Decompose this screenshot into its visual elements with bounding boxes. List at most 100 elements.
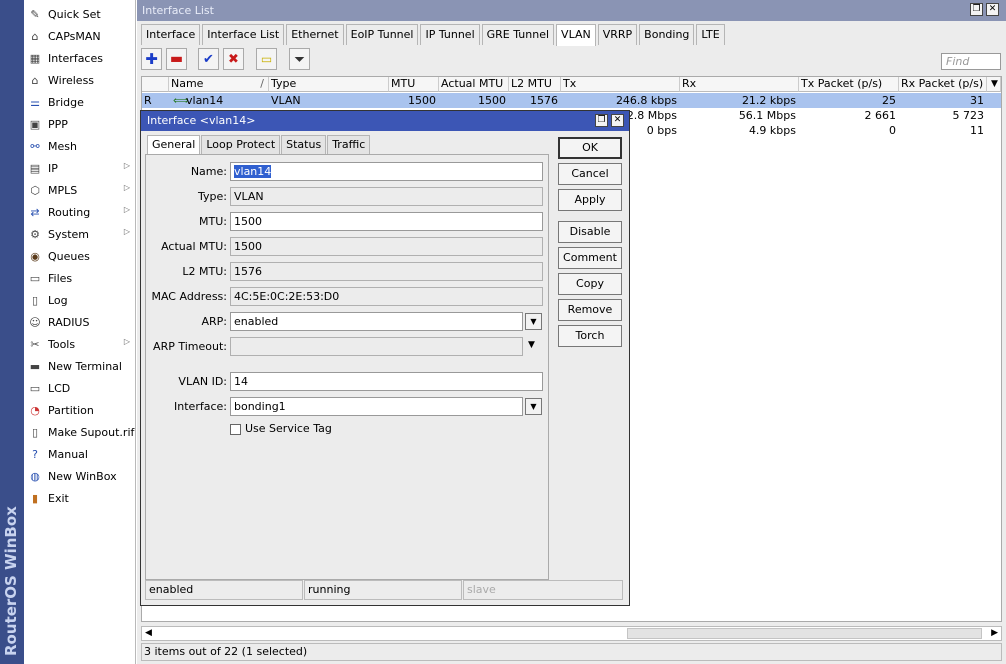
name-field[interactable]: vlan14 [230, 162, 543, 181]
dialog-tab-loop-protect[interactable]: Loop Protect [201, 135, 281, 154]
column-header-rx[interactable]: Rx [680, 77, 799, 92]
mtu-field[interactable]: 1500 [230, 212, 543, 231]
sidebar-item-files[interactable]: ▭ Files [24, 267, 136, 289]
copy-button[interactable]: Copy [558, 273, 622, 295]
sidebar-item-wireless[interactable]: ⌂ Wireless [24, 69, 136, 91]
table-row[interactable]: ⟺ Rvlan14 VLAN 1500 1500 1576 246.8 kbps 21.2 k… [142, 93, 1001, 108]
torch-button[interactable]: Torch [558, 325, 622, 347]
horizontal-scrollbar[interactable]: ◀ ▶ [141, 626, 1002, 641]
column-header-mtu[interactable]: MTU [389, 77, 439, 92]
scroll-left-icon[interactable]: ◀ [145, 628, 152, 638]
cell-rx: 56.1 Mbps [738, 109, 796, 122]
tab-gre-tunnel[interactable]: GRE Tunnel [481, 24, 555, 45]
sidebar-item-lcd[interactable]: ▭ LCD [24, 377, 136, 399]
dialog-tab-status[interactable]: Status [281, 135, 327, 154]
disable-button[interactable]: Disable [558, 221, 622, 243]
sidebar-item-ppp[interactable]: ▣ PPP [24, 113, 136, 135]
tab-interface[interactable]: Interface [141, 24, 201, 45]
submenu-arrow-icon: ▷ [123, 183, 130, 192]
service-tag-checkbox[interactable] [230, 424, 241, 435]
submenu-arrow-icon: ▷ [123, 227, 130, 236]
tab-lte[interactable]: LTE [696, 24, 725, 45]
arp-dropdown-icon[interactable]: ▼ [525, 313, 542, 330]
sidebar-item-manual[interactable]: ? Manual [24, 443, 136, 465]
vlan-id-field[interactable]: 14 [230, 372, 543, 391]
sidebar-item-label: Exit [48, 491, 69, 505]
cell-rx-pps: 5 723 [952, 109, 985, 122]
column-header-tx[interactable]: Tx [561, 77, 680, 92]
sidebar-item-queues[interactable]: ◉ Queues [24, 245, 136, 267]
tab-interface-list[interactable]: Interface List [202, 24, 285, 45]
tab-bonding[interactable]: Bonding [639, 24, 695, 45]
sidebar-item-capsman[interactable]: ⌂ CAPsMAN [24, 25, 136, 47]
interface-select[interactable]: bonding1 [230, 397, 523, 416]
dialog-close-icon[interactable]: ✕ [611, 114, 624, 127]
close-icon[interactable]: ✕ [986, 3, 999, 16]
dialog-restore-icon[interactable]: ❐ [595, 114, 608, 127]
sidebar-item-bridge[interactable]: ⚌ Bridge [24, 91, 136, 113]
column-header-actual-mtu[interactable]: Actual MTU [439, 77, 509, 92]
arp-timeout-field[interactable] [230, 337, 523, 356]
sidebar-item-system[interactable]: ⚙ System ▷ [24, 223, 136, 245]
tab-ethernet[interactable]: Ethernet [286, 24, 344, 45]
arp-timeout-expand-icon[interactable]: ▼ [528, 340, 535, 350]
column-header-type[interactable]: Type [269, 77, 389, 92]
comment-icon[interactable]: ▭ [256, 48, 277, 70]
apply-button[interactable]: Apply [558, 189, 622, 211]
cancel-button[interactable]: Cancel [558, 163, 622, 185]
column-header-flag[interactable] [142, 77, 169, 92]
column-header-tx-packet[interactable]: Tx Packet (p/s) [799, 77, 899, 92]
sidebar-item-label: Mesh [48, 139, 77, 153]
cell-rx: 4.9 kbps [748, 124, 796, 137]
tab-vrrp[interactable]: VRRP [597, 24, 638, 45]
column-chooser-icon[interactable]: ▼ [987, 77, 1001, 92]
sidebar-item-quick-set[interactable]: ✎ Quick Set [24, 3, 136, 25]
cell-tx: 246.8 kbps [615, 94, 677, 107]
sidebar-item-log[interactable]: ▯ Log [24, 289, 136, 311]
column-header-name[interactable]: Name / [169, 77, 269, 92]
tab-eoip-tunnel[interactable]: EoIP Tunnel [345, 24, 419, 45]
restore-icon[interactable]: ❐ [970, 3, 983, 16]
sidebar-item-label: New WinBox [48, 469, 117, 483]
sidebar-item-mpls[interactable]: ⬡ MPLS ▷ [24, 179, 136, 201]
dialog-tab-bar: General Loop Protect Status Traffic [147, 135, 371, 155]
enable-icon[interactable]: ✔ [198, 48, 219, 70]
interface-label: Interface: [174, 400, 227, 413]
sidebar-item-label: Interfaces [48, 51, 103, 65]
arp-select[interactable]: enabled [230, 312, 523, 331]
sidebar-item-label: Bridge [48, 95, 84, 109]
sidebar-item-partition[interactable]: ◔ Partition [24, 399, 136, 421]
sidebar-item-make-supout-rif[interactable]: ▯ Make Supout.rif [24, 421, 136, 443]
disable-icon[interactable]: ✖ [223, 48, 244, 70]
dialog-titlebar: Interface <vlan14> ❐ ✕ [141, 111, 629, 131]
sidebar-item-new-winbox[interactable]: ◍ New WinBox [24, 465, 136, 487]
interface-dropdown-icon[interactable]: ▼ [525, 398, 542, 415]
sidebar-item-interfaces[interactable]: ▦ Interfaces [24, 47, 136, 69]
sidebar-item-ip[interactable]: ▤ IP ▷ [24, 157, 136, 179]
comment-button[interactable]: Comment [558, 247, 622, 269]
cell-rx-pps: 31 [970, 94, 984, 107]
sidebar-item-routing[interactable]: ⇄ Routing ▷ [24, 201, 136, 223]
remove-icon[interactable]: ▬ [166, 48, 187, 70]
system-icon: ⚙ [30, 227, 40, 241]
sidebar-item-new-terminal[interactable]: ▬ New Terminal [24, 355, 136, 377]
tab-ip-tunnel[interactable]: IP Tunnel [420, 24, 480, 45]
dialog-tab-general[interactable]: General [147, 135, 201, 155]
scroll-right-icon[interactable]: ▶ [991, 628, 998, 638]
tab-vlan[interactable]: VLAN [556, 24, 596, 46]
column-header-rx-packet[interactable]: Rx Packet (p/s) [899, 77, 987, 92]
column-header-l2-mtu[interactable]: L2 MTU [509, 77, 561, 92]
cell-tx-pps: 25 [882, 94, 896, 107]
sidebar-item-mesh[interactable]: ⚯ Mesh [24, 135, 136, 157]
sidebar-item-tools[interactable]: ✂ Tools ▷ [24, 333, 136, 355]
find-input[interactable]: Find [941, 53, 1001, 70]
scroll-thumb[interactable] [627, 628, 982, 639]
sidebar-item-radius[interactable]: ☺ RADIUS [24, 311, 136, 333]
dialog-tab-traffic[interactable]: Traffic [327, 135, 371, 154]
add-icon[interactable]: ✚ [141, 48, 162, 70]
remove-button[interactable]: Remove [558, 299, 622, 321]
sidebar-item-exit[interactable]: ▮ Exit [24, 487, 136, 509]
filter-icon[interactable]: ⏷ [289, 48, 310, 70]
ok-button[interactable]: OK [558, 137, 622, 159]
submenu-arrow-icon: ▷ [123, 337, 130, 346]
